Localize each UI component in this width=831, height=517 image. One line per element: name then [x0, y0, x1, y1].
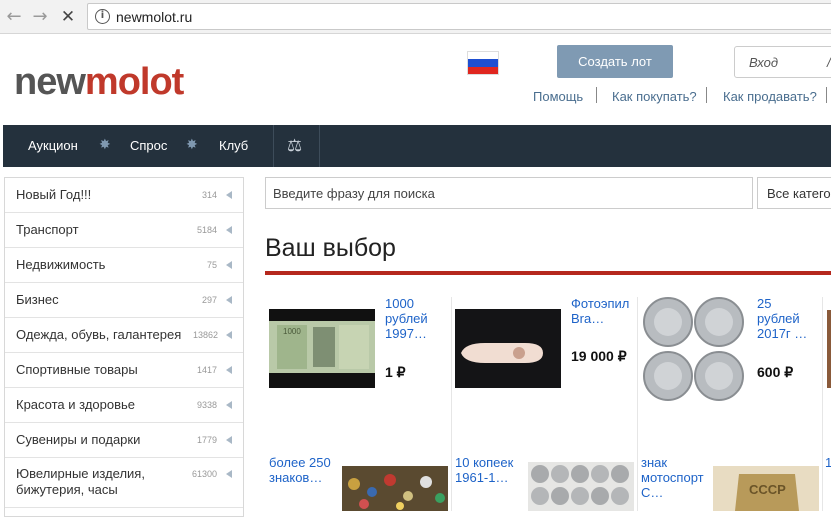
sidebar-item-label: Спортивные товары	[16, 362, 138, 377]
product-title[interactable]: 25 рублей 2017г …	[757, 296, 815, 341]
sidebar-item-label: Недвижимость	[16, 257, 106, 272]
category-select[interactable]: Все категории	[757, 177, 831, 209]
create-lot-button[interactable]: Создать лот	[557, 45, 673, 78]
product-image-badges[interactable]	[342, 466, 448, 511]
stop-loading-icon[interactable]: ✕	[58, 7, 78, 27]
sidebar-item-count: 13862	[192, 330, 218, 340]
badge-text: СССР	[749, 482, 786, 497]
sidebar-item-count: 1417	[196, 365, 217, 375]
sidebar-item-label: Ювелирные изделия, бижутерия, часы	[16, 466, 145, 497]
card-divider	[822, 297, 823, 511]
sidebar-item-jewelry[interactable]: Ювелирные изделия, бижутерия, часы 61300	[5, 458, 243, 508]
search-placeholder: Введите фразу для поиска	[273, 186, 435, 201]
sidebar-item-count: 314	[201, 190, 217, 200]
nav-club[interactable]: Клуб	[219, 138, 248, 153]
link-divider	[826, 87, 827, 103]
section-title: Ваш выбор	[265, 234, 396, 262]
logo-text-molot: molot	[84, 61, 184, 103]
nav-divider	[273, 125, 274, 167]
how-to-sell-link[interactable]: Как продавать?	[723, 89, 817, 104]
sidebar-item-label: Красота и здоровье	[16, 397, 136, 412]
nav-demand[interactable]: Спрос	[130, 138, 167, 153]
sidebar-item-transport[interactable]: Транспорт 5184	[5, 213, 243, 248]
sidebar-item-souvenirs[interactable]: Сувениры и подарки 1779	[5, 423, 243, 458]
section-underline	[265, 271, 831, 275]
sidebar-item-business[interactable]: Бизнес 297	[5, 283, 243, 318]
arrow-left-icon	[226, 191, 232, 199]
sidebar-item-clothing[interactable]: Одежда, обувь, галантерея 13862	[5, 318, 243, 353]
product-title[interactable]: Фотоэпил Bra…	[571, 296, 635, 326]
arrow-left-icon	[226, 331, 232, 339]
product-image-epilator[interactable]	[455, 309, 561, 388]
nav-separator-icon: ✸	[186, 137, 198, 153]
arrow-left-icon	[226, 470, 232, 478]
russian-flag-icon[interactable]	[467, 51, 499, 75]
product-image-banknote[interactable]: 1000	[269, 309, 375, 388]
info-icon[interactable]: i	[95, 9, 110, 24]
how-to-buy-link[interactable]: Как покупать?	[612, 89, 697, 104]
nav-separator-icon: ✸	[99, 137, 111, 153]
product-title[interactable]: 1000 рублей 1997…	[385, 296, 440, 341]
sidebar-item-count: 5184	[196, 225, 217, 235]
main-navbar: Аукцион ✸ Спрос ✸ Клуб ⚖	[3, 125, 831, 167]
flag-stripe-red	[468, 66, 498, 74]
sidebar-item-label: Бизнес	[16, 292, 59, 307]
card-divider	[637, 297, 638, 511]
product-title[interactable]: знак мотоспорт С…	[641, 455, 705, 500]
arrow-left-icon	[226, 366, 232, 374]
forward-icon[interactable]: →	[30, 7, 50, 27]
card-divider	[451, 297, 452, 511]
sidebar-item-count: 75	[206, 260, 217, 270]
arrow-left-icon	[226, 226, 232, 234]
login-separator: /	[827, 55, 831, 70]
sidebar-item-count: 1779	[196, 435, 217, 445]
scales-icon[interactable]: ⚖	[287, 136, 302, 156]
sidebar-item-beauty[interactable]: Красота и здоровье 9338	[5, 388, 243, 423]
sidebar-item-label: Сувениры и подарки	[16, 432, 141, 447]
login-placeholder: Вход	[749, 55, 779, 70]
link-divider	[596, 87, 597, 103]
product-image-coins[interactable]	[642, 296, 745, 403]
category-sidebar: Новый Год!!! 314 Транспорт 5184 Недвижим…	[4, 177, 244, 517]
flag-stripe-white	[468, 52, 498, 60]
product-title[interactable]: 1	[825, 455, 831, 470]
sidebar-item-count: 297	[201, 295, 217, 305]
arrow-left-icon	[226, 436, 232, 444]
product-price: 19 000 ₽	[571, 348, 627, 364]
link-divider	[706, 87, 707, 103]
sidebar-item-count: 9338	[196, 400, 217, 410]
back-icon[interactable]: ←	[4, 7, 24, 27]
product-image-partial[interactable]	[827, 310, 831, 388]
product-price: 600 ₽	[757, 364, 794, 380]
search-input[interactable]: Введите фразу для поиска	[265, 177, 753, 209]
product-price: 1 ₽	[385, 364, 406, 380]
product-title[interactable]: 10 копеек 1961-1…	[455, 455, 525, 485]
help-link[interactable]: Помощь	[533, 89, 583, 104]
address-bar[interactable]: i newmolot.ru	[87, 3, 831, 30]
sidebar-item-label: Транспорт	[16, 222, 79, 237]
category-select-value: Все категории	[767, 186, 831, 201]
sidebar-item-new-year[interactable]: Новый Год!!! 314	[5, 178, 243, 213]
arrow-left-icon	[226, 261, 232, 269]
login-field[interactable]: Вход /	[734, 46, 831, 78]
site-logo[interactable]: newmolot	[14, 61, 184, 103]
nav-auction[interactable]: Аукцион	[28, 138, 78, 153]
sidebar-item-sports[interactable]: Спортивные товары 1417	[5, 353, 243, 388]
browser-toolbar: ← → ✕ i newmolot.ru	[0, 0, 831, 34]
arrow-left-icon	[226, 296, 232, 304]
nav-divider	[319, 125, 320, 167]
sidebar-item-real-estate[interactable]: Недвижимость 75	[5, 248, 243, 283]
sidebar-item-count: 61300	[191, 469, 217, 479]
product-title[interactable]: более 250 знаков…	[269, 455, 335, 485]
sidebar-item-label: Одежда, обувь, галантерея	[16, 327, 182, 342]
arrow-left-icon	[226, 401, 232, 409]
banknote-denomination: 1000	[283, 327, 301, 336]
product-image-kopecks[interactable]	[528, 462, 634, 511]
flag-stripe-blue	[468, 59, 498, 67]
logo-text-new: new	[14, 61, 86, 103]
product-image-motosport-badge[interactable]: СССР	[713, 466, 819, 511]
sidebar-item-label: Новый Год!!!	[16, 187, 92, 202]
url-text[interactable]: newmolot.ru	[116, 9, 192, 25]
